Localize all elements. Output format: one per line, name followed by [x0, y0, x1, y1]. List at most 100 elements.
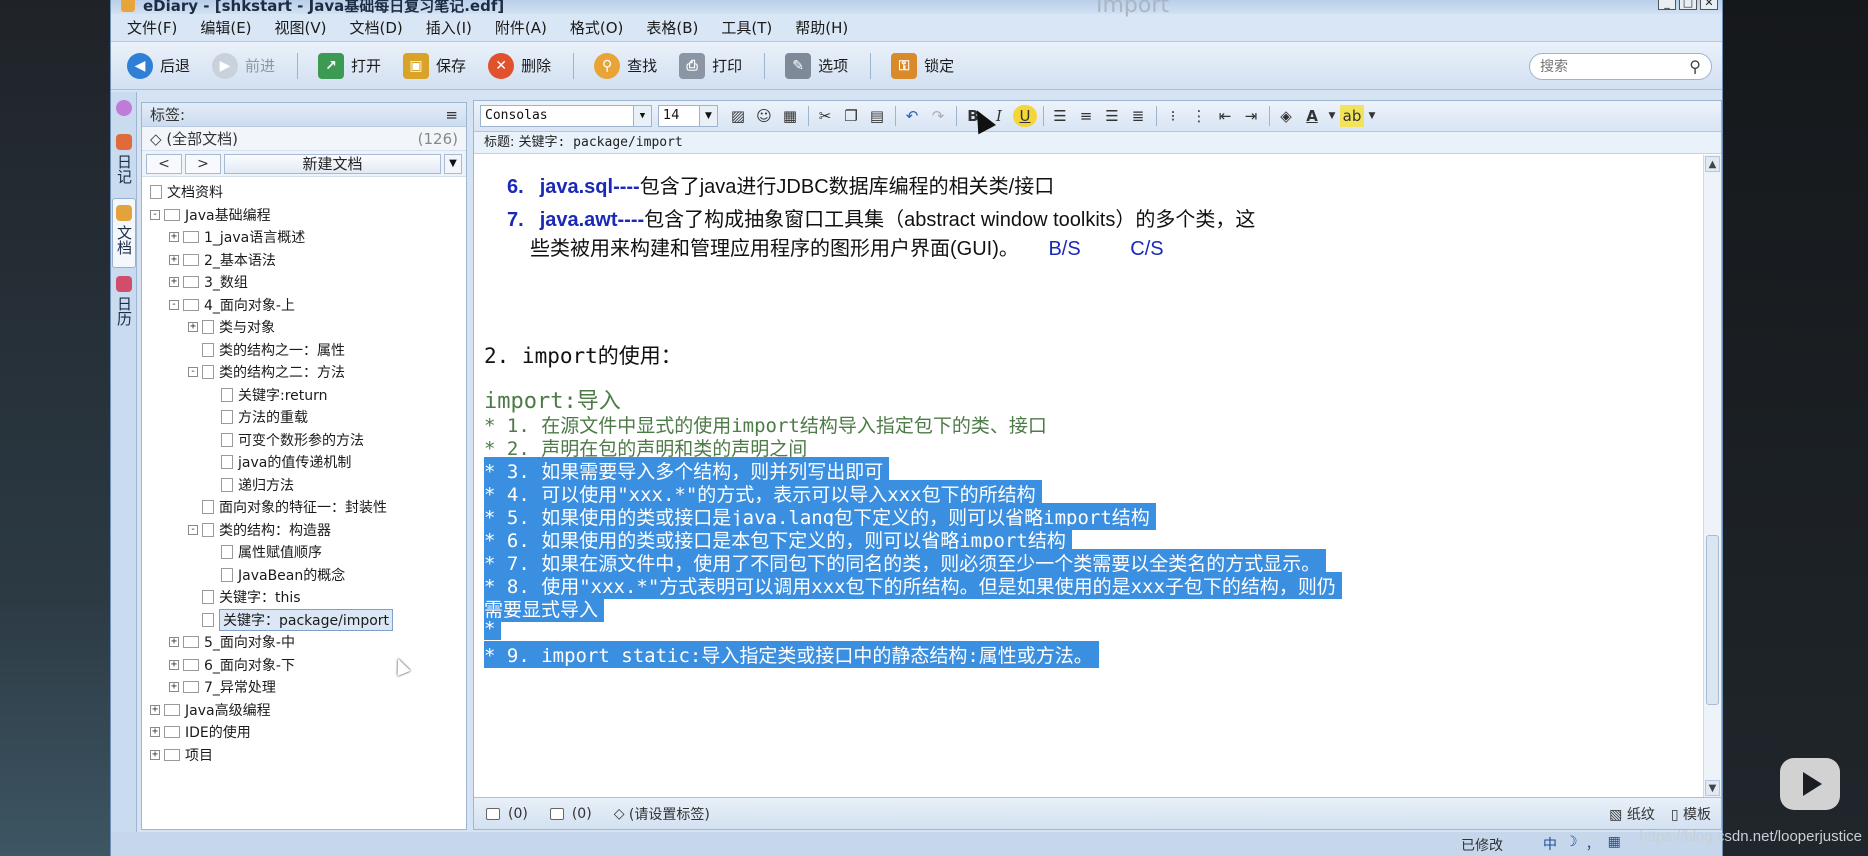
scroll-up-icon[interactable]: ▲ — [1705, 156, 1720, 172]
align-right-icon[interactable]: ☰ — [1100, 105, 1124, 127]
open-button[interactable]: ↗ 打开 — [318, 52, 381, 79]
align-justify-icon[interactable]: ≣ — [1126, 105, 1150, 127]
tree-item[interactable]: 面向对象的特征一：封装性 — [142, 496, 466, 519]
expand-icon[interactable]: + — [169, 277, 179, 288]
tree-item[interactable]: 关键字：this — [142, 586, 466, 609]
save-button[interactable]: ▣ 保存 — [403, 52, 466, 79]
tree-folder[interactable]: +3_数组 — [142, 271, 466, 294]
delete-button[interactable]: ✕ 删除 — [488, 52, 551, 79]
collapse-icon[interactable]: - — [169, 299, 179, 310]
font-size-select[interactable]: 14 ▼ — [658, 105, 718, 127]
font-color-icon[interactable]: A — [1300, 105, 1324, 127]
expand-icon[interactable]: + — [150, 704, 160, 715]
expand-icon[interactable]: + — [150, 749, 160, 760]
tree-item[interactable]: 关键字:return — [142, 384, 466, 407]
paper-button[interactable]: ▧ 纸纹 — [1609, 804, 1655, 824]
tree-folder[interactable]: - Java基础编程 — [142, 204, 466, 227]
expand-icon[interactable]: + — [169, 254, 179, 265]
menu-help[interactable]: 帮助(H) — [795, 17, 848, 38]
menu-document[interactable]: 文档(D) — [350, 17, 403, 38]
print-button[interactable]: ⎙ 打印 — [679, 52, 742, 79]
fill-color-icon[interactable]: ◈ — [1274, 105, 1298, 127]
cut-icon[interactable]: ✂ — [813, 105, 837, 127]
document-content[interactable]: 6. java.sql----包含了java进行JDBC数据库编程的相关类/接口 … — [474, 155, 1697, 797]
back-button[interactable]: ◀ 后退 — [127, 52, 190, 79]
lock-button[interactable]: ⚿ 锁定 — [891, 52, 954, 79]
outdent-icon[interactable]: ⇤ — [1213, 105, 1237, 127]
tree-folder[interactable]: +6_面向对象-下 — [142, 654, 466, 677]
ime-moon-icon[interactable]: ☽ — [1563, 834, 1580, 854]
expand-icon[interactable]: + — [169, 659, 179, 670]
tree-folder[interactable]: - 4_面向对象-上 — [142, 294, 466, 317]
tree-item[interactable]: 递归方法 — [142, 474, 466, 497]
title-value[interactable]: 关键字: package/import — [519, 135, 683, 150]
copy-icon[interactable]: ❐ — [839, 105, 863, 127]
chevron-down-icon[interactable]: ▼ — [1366, 105, 1378, 127]
tab-calendar[interactable]: 日历 — [112, 270, 136, 338]
menu-edit[interactable]: 编辑(E) — [200, 17, 251, 38]
chevron-down-icon[interactable]: ▼ — [1326, 105, 1338, 127]
tags-status[interactable]: ◇ (请设置标签) — [614, 804, 710, 824]
ime-keyboard-icon[interactable]: ▦ — [1606, 834, 1623, 854]
insert-date-icon[interactable]: ▦ — [778, 105, 802, 127]
indent-icon[interactable]: ⇥ — [1239, 105, 1263, 127]
collapse-icon[interactable]: - — [188, 367, 198, 378]
menu-insert[interactable]: 插入(I) — [426, 17, 472, 38]
expand-icon[interactable]: + — [188, 322, 198, 333]
tree-folder[interactable]: +5_面向对象-中 — [142, 631, 466, 654]
font-family-select[interactable]: Consolas ▼ — [480, 105, 652, 127]
emoji-icon[interactable]: ☺ — [752, 105, 776, 127]
tree-folder[interactable]: +1_java语言概述 — [142, 226, 466, 249]
tree-item[interactable]: - 类的结构：构造器 — [142, 519, 466, 542]
align-center-icon[interactable]: ≡ — [1074, 105, 1098, 127]
search-input[interactable] — [1540, 54, 1680, 79]
ime-chinese[interactable]: 中 — [1541, 834, 1559, 854]
tree-item[interactable]: 类的结构之一：属性 — [142, 339, 466, 362]
menu-view[interactable]: 视图(V) — [275, 17, 327, 38]
tree-item[interactable]: 可变个数形参的方法 — [142, 429, 466, 452]
tree-item[interactable]: 方法的重载 — [142, 406, 466, 429]
search-icon[interactable]: ⚲ — [1689, 57, 1701, 76]
tree-item[interactable]: - 类的结构之二：方法 — [142, 361, 466, 384]
editor-scrollbar[interactable]: ▲ ▼ — [1703, 155, 1721, 797]
tree-folder[interactable]: +2_基本语法 — [142, 249, 466, 272]
template-button[interactable]: ▯ 模板 — [1671, 804, 1711, 824]
tree-item[interactable]: 属性赋值顺序 — [142, 541, 466, 564]
forward-button[interactable]: ▶ 前进 — [212, 52, 275, 79]
tree-item[interactable]: 关键字：package/import — [142, 608, 466, 632]
tree-item[interactable]: JavaBean的概念 — [142, 564, 466, 587]
menu-tools[interactable]: 工具(T) — [721, 17, 772, 38]
tree-item[interactable]: + 类与对象 — [142, 316, 466, 339]
tree-root[interactable]: 文档资料 — [142, 181, 466, 204]
redo-icon[interactable]: ↷ — [926, 105, 950, 127]
collapse-icon[interactable]: - — [188, 524, 198, 535]
menu-file[interactable]: 文件(F) — [127, 17, 177, 38]
all-docs-filter[interactable]: ◇ (全部文档) (126) — [142, 127, 466, 151]
ime-punct[interactable]: ， — [1584, 834, 1602, 854]
close-button[interactable]: ✕ — [1700, 0, 1718, 10]
insert-image-icon[interactable]: ▨ — [726, 105, 750, 127]
scroll-thumb[interactable] — [1706, 535, 1719, 705]
collapse-icon[interactable]: - — [150, 209, 160, 220]
paste-icon[interactable]: ▤ — [865, 105, 889, 127]
next-doc-button[interactable]: > — [185, 153, 221, 174]
attachments-status[interactable]: (0) — [486, 806, 528, 822]
comments-status[interactable]: (0) — [549, 806, 592, 822]
tree-folder[interactable]: + IDE的使用 — [142, 721, 466, 744]
scroll-down-icon[interactable]: ▼ — [1705, 780, 1720, 796]
tree-item[interactable]: java的值传递机制 — [142, 451, 466, 474]
underline-button[interactable]: U — [1013, 105, 1037, 127]
tab-settings[interactable] — [112, 94, 136, 126]
new-doc-dropdown-icon[interactable]: ▼ — [444, 153, 462, 174]
tree-folder[interactable]: + Java高级编程 — [142, 699, 466, 722]
expand-icon[interactable]: + — [169, 682, 179, 693]
expand-icon[interactable]: + — [150, 727, 160, 738]
prev-doc-button[interactable]: < — [146, 153, 182, 174]
minimize-button[interactable]: _ — [1658, 0, 1676, 10]
menu-table[interactable]: 表格(B) — [646, 17, 698, 38]
new-document-button[interactable]: 新建文档 — [224, 153, 441, 174]
tree-folder[interactable]: + 项目 — [142, 744, 466, 767]
align-left-icon[interactable]: ☰ — [1048, 105, 1072, 127]
tree-folder[interactable]: +7_异常处理 — [142, 676, 466, 699]
undo-icon[interactable]: ↶ — [900, 105, 924, 127]
